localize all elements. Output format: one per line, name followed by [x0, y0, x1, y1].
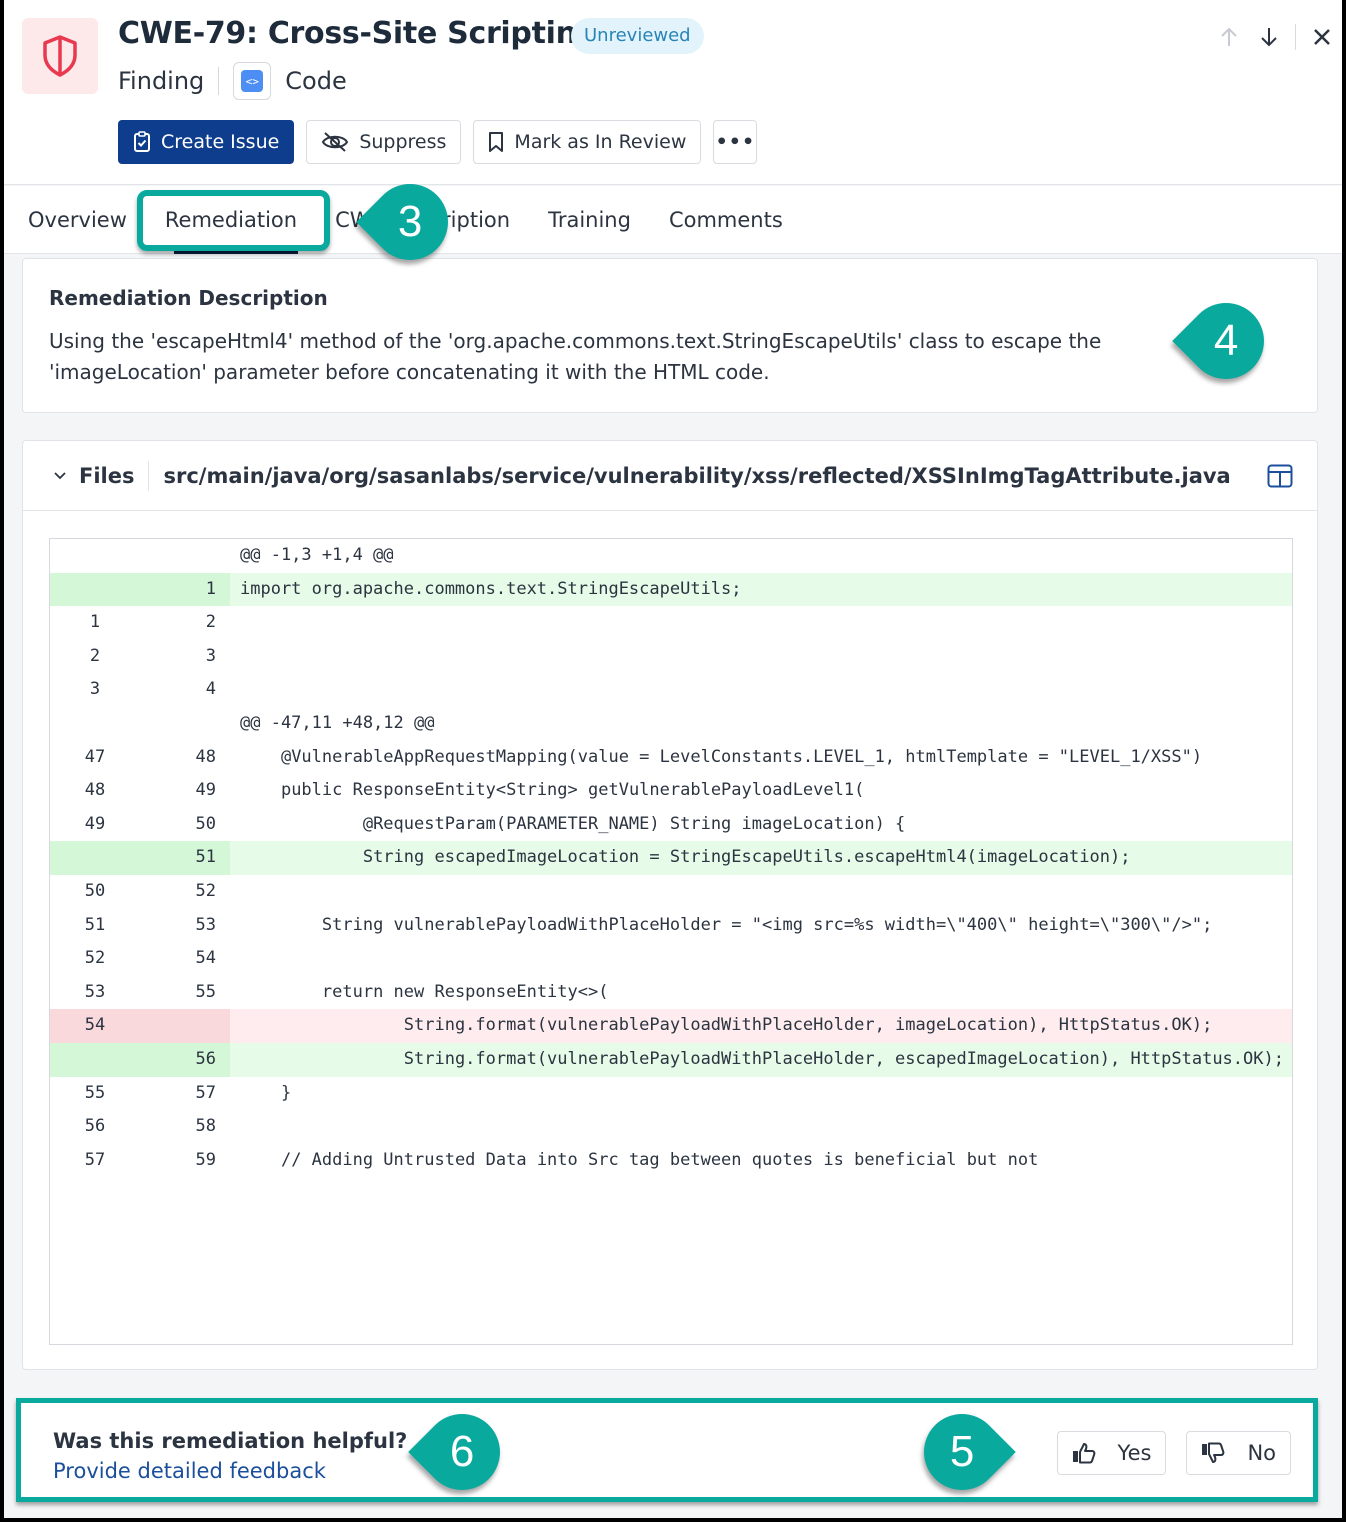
- new-line-number: 58: [195, 1116, 216, 1137]
- tab-comments[interactable]: Comments: [650, 186, 802, 254]
- code-line: // Adding Untrusted Data into Src tag be…: [240, 1149, 1039, 1170]
- finding-header: CWE-79: Cross-Site Scripting Unreviewed …: [4, 0, 1342, 185]
- old-line-number: 57: [84, 1149, 106, 1170]
- divider: [1295, 24, 1296, 50]
- source-label: Code: [285, 67, 347, 95]
- more-actions-button[interactable]: •••: [713, 120, 758, 164]
- shield-icon: [22, 18, 98, 94]
- tab-training[interactable]: Training: [529, 186, 650, 254]
- old-line-number: 49: [84, 813, 106, 834]
- create-issue-button[interactable]: Create Issue: [118, 120, 295, 164]
- remediation-description-card: Remediation Description Using the 'escap…: [22, 258, 1318, 413]
- old-line-number: 48: [84, 780, 106, 801]
- old-line-number: [50, 572, 140, 607]
- new-line-number: 57: [195, 1082, 216, 1103]
- new-line-number: 4: [205, 679, 216, 700]
- arrow-up-icon[interactable]: [1209, 22, 1249, 52]
- finding-type-label: Finding: [118, 67, 205, 95]
- new-line-number: 48: [195, 746, 216, 767]
- feedback-buttons: Yes No: [1056, 1431, 1291, 1475]
- old-line-number: 55: [84, 1082, 106, 1103]
- mark-in-review-button[interactable]: Mark as In Review: [473, 120, 702, 164]
- tab-remediation[interactable]: Remediation: [146, 186, 316, 254]
- old-line-number: 54: [50, 1009, 140, 1043]
- code-icon: <>: [233, 62, 272, 100]
- tab-bar: Overview Remediation CWE Description Tra…: [4, 186, 1342, 254]
- old-line-number: 47: [84, 746, 106, 767]
- old-line-number: 53: [84, 981, 106, 1002]
- yes-button[interactable]: Yes: [1056, 1431, 1167, 1475]
- new-line-number: 54: [195, 948, 216, 969]
- tab-overview[interactable]: Overview: [28, 186, 146, 254]
- divider: [218, 67, 220, 95]
- new-line-number: 3: [205, 645, 216, 666]
- yes-label: Yes: [1117, 1441, 1152, 1465]
- navigation-controls: [1209, 22, 1342, 52]
- new-line-number: 1: [140, 572, 230, 607]
- files-header: Files src/main/java/org/sasanlabs/servic…: [23, 441, 1317, 511]
- old-line-number: [50, 1042, 140, 1077]
- old-line-number: 56: [84, 1116, 106, 1137]
- new-line-number: 55: [195, 981, 216, 1002]
- eye-off-icon: [322, 132, 349, 152]
- page-title: CWE-79: Cross-Site Scripting: [118, 16, 598, 51]
- close-icon[interactable]: [1302, 22, 1342, 52]
- no-label: No: [1247, 1441, 1276, 1465]
- old-line-number: 3: [89, 679, 101, 700]
- callout-number: 4: [1213, 315, 1239, 365]
- new-line-number: 2: [205, 612, 216, 633]
- divider: [148, 460, 150, 491]
- finding-panel: CWE-79: Cross-Site Scripting Unreviewed …: [4, 0, 1342, 1518]
- thumbs-up-icon: [1072, 1443, 1095, 1464]
- new-line-number: [140, 1009, 230, 1043]
- diff-line: 57 59 // Adding Untrusted Data into Src t…: [50, 1144, 1292, 1178]
- action-toolbar: Create Issue Suppress Mark as In Review …: [118, 120, 758, 164]
- old-line-number: 50: [84, 880, 106, 901]
- new-line-number: 50: [195, 813, 216, 834]
- old-line-number: [50, 707, 140, 741]
- suppress-button[interactable]: Suppress: [306, 120, 462, 164]
- clipboard-check-icon: [134, 131, 150, 152]
- new-line-number: 49: [195, 780, 216, 801]
- new-line-number: [140, 539, 230, 573]
- feedback-question: Was this remediation helpful?: [53, 1429, 408, 1453]
- detailed-feedback-link[interactable]: Provide detailed feedback: [53, 1459, 326, 1483]
- remediation-text: Using the 'escapeHtml4' method of the 'o…: [49, 329, 1102, 384]
- old-line-number: 51: [84, 914, 106, 935]
- finding-meta: Finding <> Code: [118, 62, 347, 100]
- new-line-number: 51: [140, 841, 230, 875]
- old-line-number: 2: [89, 645, 101, 666]
- callout-number: 5: [949, 1426, 975, 1476]
- status-badge: Unreviewed: [571, 18, 704, 54]
- old-line-number: 52: [84, 948, 106, 969]
- files-label: Files: [79, 463, 135, 488]
- suppress-label: Suppress: [359, 131, 447, 153]
- remediation-title: Remediation Description: [49, 286, 328, 310]
- old-line-number: 1: [89, 612, 101, 633]
- diff-viewer: @@ -1,3 +1,4 @@ 1 import org.apache.common…: [49, 538, 1293, 1345]
- new-line-number: 56: [140, 1042, 230, 1077]
- old-line-number: [50, 841, 140, 875]
- thumbs-down-icon: [1202, 1442, 1225, 1463]
- create-issue-label: Create Issue: [161, 131, 280, 153]
- bookmark-icon: [489, 132, 504, 152]
- new-line-number: [140, 707, 230, 741]
- chevron-down-icon[interactable]: [53, 471, 67, 481]
- new-line-number: 53: [195, 914, 216, 935]
- new-line-number: 52: [195, 880, 216, 901]
- files-card: Files src/main/java/org/sasanlabs/servic…: [22, 440, 1318, 1370]
- arrow-down-icon[interactable]: [1249, 22, 1289, 52]
- old-line-number: [50, 539, 140, 573]
- file-path: src/main/java/org/sasanlabs/service/vuln…: [163, 463, 1231, 488]
- new-line-number: 59: [195, 1149, 216, 1170]
- feedback-bar: Was this remediation helpful? Provide de…: [16, 1398, 1318, 1502]
- mark-in-review-label: Mark as In Review: [514, 131, 687, 153]
- callout-number: 6: [449, 1426, 475, 1476]
- layout-toggle-icon[interactable]: [1267, 464, 1293, 488]
- no-button[interactable]: No: [1186, 1431, 1291, 1475]
- callout-number: 3: [397, 196, 423, 246]
